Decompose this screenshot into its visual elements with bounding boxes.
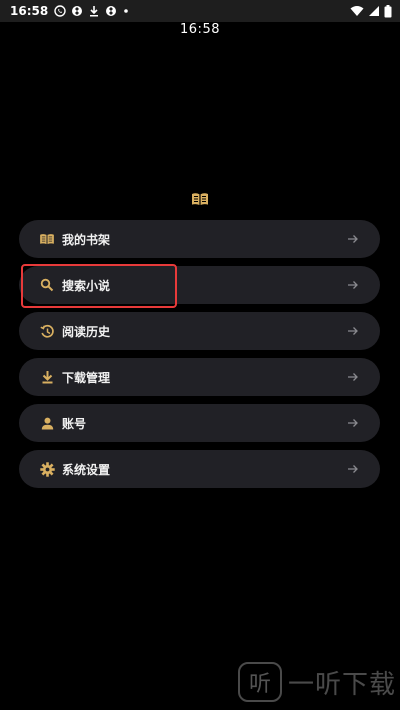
watermark-logo: 听 xyxy=(238,662,282,702)
download-icon xyxy=(38,368,56,386)
status-notification-icons xyxy=(54,5,130,17)
arrow-right-icon xyxy=(348,235,358,243)
arrow-right-icon xyxy=(348,281,358,289)
whatsapp-icon xyxy=(54,5,66,17)
sync-icon xyxy=(72,6,83,16)
status-time: 16:58 xyxy=(10,4,49,18)
gear-icon xyxy=(38,460,56,478)
book-icon xyxy=(38,230,56,248)
dot-icon xyxy=(124,9,129,13)
arrow-right-icon xyxy=(348,327,358,335)
header-clock: 16:58 xyxy=(180,22,220,37)
status-system-icons xyxy=(350,4,392,18)
signal-icon xyxy=(369,6,379,16)
person-icon xyxy=(38,414,56,432)
menu-item-system-settings[interactable]: 系统设置 xyxy=(19,450,380,488)
menu-item-search-novel[interactable]: 搜索小说 xyxy=(19,266,380,304)
menu-item-label: 搜索小说 xyxy=(62,278,111,293)
menu-item-account[interactable]: 账号 xyxy=(19,404,380,442)
book-icon xyxy=(192,193,208,205)
menu-item-download-manager[interactable]: 下载管理 xyxy=(19,358,380,396)
main-menu: 我的书架 搜索小说 阅读历史 下载管理 账号 系统设置 xyxy=(19,220,380,496)
watermark-text: 一听下载 xyxy=(288,669,397,700)
battery-icon xyxy=(384,4,392,17)
arrow-right-icon xyxy=(348,465,358,473)
menu-item-bookshelf[interactable]: 我的书架 xyxy=(19,220,380,258)
history-icon xyxy=(38,322,56,340)
arrow-right-icon xyxy=(348,373,358,381)
watermark: 听 一听下载 xyxy=(238,662,396,702)
arrow-right-icon xyxy=(348,419,358,427)
search-icon xyxy=(38,276,56,294)
menu-item-label: 我的书架 xyxy=(62,232,111,247)
status-bar: 16:58 xyxy=(0,0,400,22)
download-icon xyxy=(90,6,99,17)
sync-icon xyxy=(106,6,117,16)
menu-item-label: 阅读历史 xyxy=(62,324,111,339)
menu-item-reading-history[interactable]: 阅读历史 xyxy=(19,312,380,350)
wifi-icon xyxy=(350,6,364,16)
menu-item-label: 系统设置 xyxy=(62,462,111,477)
menu-item-label: 账号 xyxy=(62,416,87,431)
menu-item-label: 下载管理 xyxy=(62,370,111,385)
